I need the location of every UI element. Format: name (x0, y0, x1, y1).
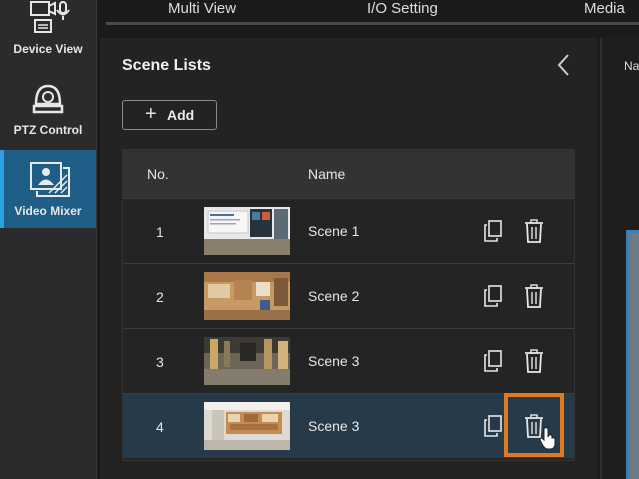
row-number: 3 (156, 354, 164, 370)
scene-1-thumbnail (204, 207, 290, 255)
column-header-no: No. (147, 166, 169, 182)
trash-icon[interactable] (524, 219, 544, 243)
copy-icon[interactable] (484, 415, 502, 437)
scene-3-thumbnail (204, 337, 290, 385)
camera-mic-icon (30, 1, 70, 33)
nav-label-ptz-control: PTZ Control (13, 123, 83, 137)
trash-icon[interactable] (524, 284, 544, 308)
nav-video-mixer[interactable]: Video Mixer (0, 150, 96, 228)
top-tab-bar: Multi View I/O Setting Media (100, 0, 639, 36)
row-number: 2 (156, 289, 164, 305)
scene-table: No. Name 1 Scene 1 2 Scene 2 3 Scene 3 4… (122, 149, 575, 461)
copy-icon[interactable] (484, 220, 502, 242)
add-scene-button[interactable]: + Add (122, 100, 217, 130)
trash-icon[interactable] (524, 349, 544, 373)
scene-4-thumbnail (204, 402, 290, 450)
panel-title: Scene Lists (122, 57, 211, 74)
copy-icon[interactable] (484, 285, 502, 307)
tab-bar-divider (106, 22, 639, 25)
tab-io-setting[interactable]: I/O Setting (367, 0, 438, 17)
preview-frame-content (629, 233, 639, 479)
chevron-left-icon[interactable] (552, 52, 576, 78)
nav-label-device-view: Device View (13, 42, 83, 56)
column-header-name: Name (308, 166, 346, 182)
row-number: 1 (156, 224, 164, 240)
table-row[interactable]: 2 Scene 2 (123, 263, 574, 328)
scene-lists-panel: Scene Lists + Add No. Name 1 Scene 1 2 S… (100, 38, 597, 479)
right-side-panel: Na (600, 38, 639, 479)
plus-icon: + (145, 103, 157, 125)
scene-name: Scene 2 (308, 288, 360, 304)
table-header: No. Name (123, 150, 574, 198)
nav-device-view[interactable]: Device View (0, 0, 96, 64)
copy-icon[interactable] (484, 350, 502, 372)
add-button-label: Add (167, 107, 195, 123)
scene-name: Scene 1 (308, 223, 360, 239)
row-number: 4 (156, 419, 164, 435)
right-panel-label: Na (624, 59, 639, 73)
scene-name: Scene 3 (308, 418, 360, 434)
table-row[interactable]: 3 Scene 3 (123, 328, 574, 393)
scene-2-thumbnail (204, 272, 290, 320)
nav-label-video-mixer: Video Mixer (14, 204, 82, 218)
hand-pointer-cursor-icon (539, 427, 556, 450)
ptz-camera-icon (32, 84, 64, 114)
table-row-selected[interactable]: 4 Scene 3 (123, 393, 574, 458)
tab-multi-view[interactable]: Multi View (168, 0, 236, 17)
scene-name: Scene 3 (308, 353, 360, 369)
table-row[interactable]: 1 Scene 1 (123, 198, 574, 263)
tab-media[interactable]: Media (584, 0, 625, 17)
left-nav: Device View PTZ Control Video Mixer (0, 0, 97, 479)
video-mixer-icon (30, 162, 70, 197)
nav-ptz-control[interactable]: PTZ Control (0, 74, 96, 142)
